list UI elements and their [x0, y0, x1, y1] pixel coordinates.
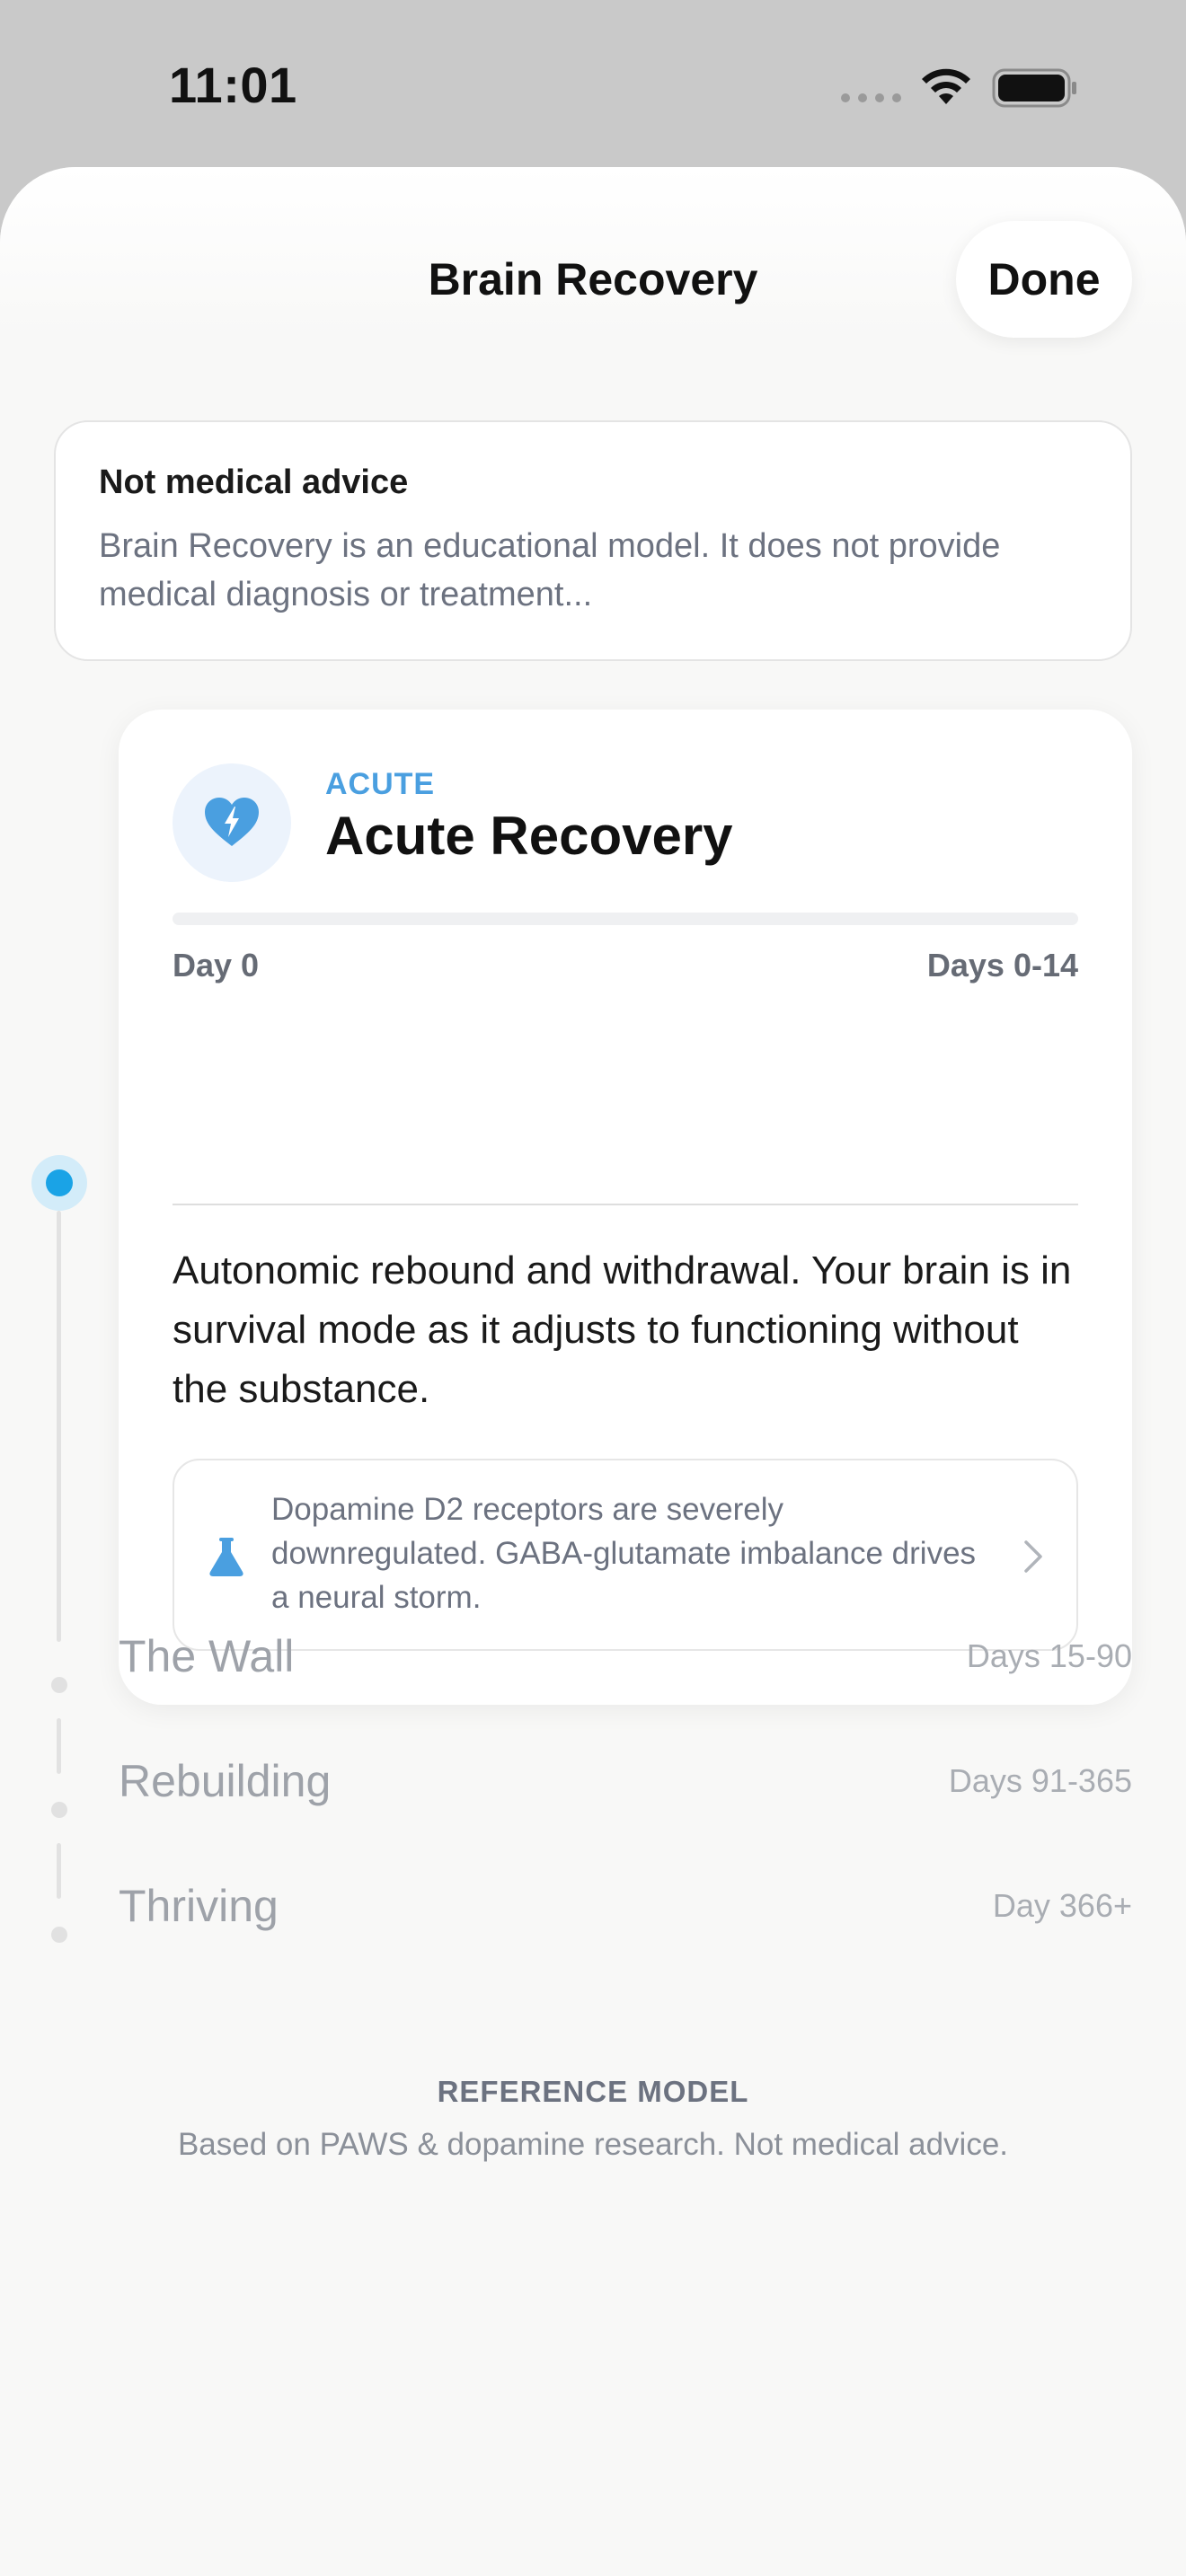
timeline-dot	[51, 1677, 67, 1693]
wifi-icon	[922, 68, 970, 104]
stage-name: Rebuilding	[119, 1756, 332, 1806]
cellular-icon	[841, 93, 901, 102]
stage-title: Acute Recovery	[325, 806, 733, 866]
stage-divider	[173, 1204, 1078, 1205]
footer-text: Based on PAWS & dopamine research. Not m…	[177, 2127, 1009, 2162]
science-note-row[interactable]: Dopamine D2 receptors are severely downr…	[173, 1459, 1078, 1651]
stage-name: The Wall	[119, 1631, 295, 1681]
stage-row-rebuilding[interactable]: Rebuilding Days 91-365	[119, 1752, 1132, 1810]
stage-description: Autonomic rebound and withdrawal. Your b…	[173, 1248, 1072, 1411]
brain-recovery-sheet: Brain Recovery Done Not medical advice B…	[0, 167, 1186, 2576]
progress-end-label: Days 0-14	[926, 947, 1078, 984]
status-bar: 11:01	[0, 0, 1186, 167]
chevron-right-icon	[1024, 1540, 1042, 1573]
current-stage-card: ACUTE Acute Recovery Day 0 Days 0-14 Aut…	[119, 710, 1132, 1705]
timeline-line	[57, 1843, 61, 1899]
science-note-text: Dopamine D2 receptors are severely downr…	[271, 1492, 977, 1615]
progress-start-label: Day 0	[173, 947, 260, 984]
disclaimer-text: Brain Recovery is an educational model. …	[99, 527, 1001, 613]
flask-icon	[209, 1538, 243, 1576]
timeline-dot	[51, 1802, 67, 1818]
timeline-line	[57, 1718, 61, 1774]
timeline-dot	[51, 1927, 67, 1943]
stage-range: Day 366+	[992, 1887, 1132, 1924]
stage-name: Thriving	[119, 1881, 279, 1931]
heart-bolt-icon	[205, 798, 259, 846]
footer-title: REFERENCE MODEL	[437, 2075, 749, 2108]
stage-range: Days 91-365	[948, 1762, 1132, 1799]
stage-icon-badge	[173, 763, 291, 882]
stage-row-thriving[interactable]: Thriving Day 366+	[119, 1877, 1132, 1935]
disclaimer-title: Not medical advice	[99, 463, 409, 501]
timeline-line	[57, 1211, 61, 1642]
stage-range: Days 15-90	[966, 1637, 1132, 1674]
done-button[interactable]: Done	[956, 221, 1132, 338]
disclaimer-card: Not medical advice Brain Recovery is an …	[54, 420, 1132, 661]
status-time: 11:01	[169, 57, 297, 113]
battery-icon	[992, 68, 1076, 108]
timeline-current-dot	[31, 1155, 87, 1211]
stage-kicker: ACUTE	[325, 767, 436, 801]
stage-row-the-wall[interactable]: The Wall Days 15-90	[119, 1628, 1132, 1685]
stage-progress-bar	[173, 913, 1078, 925]
